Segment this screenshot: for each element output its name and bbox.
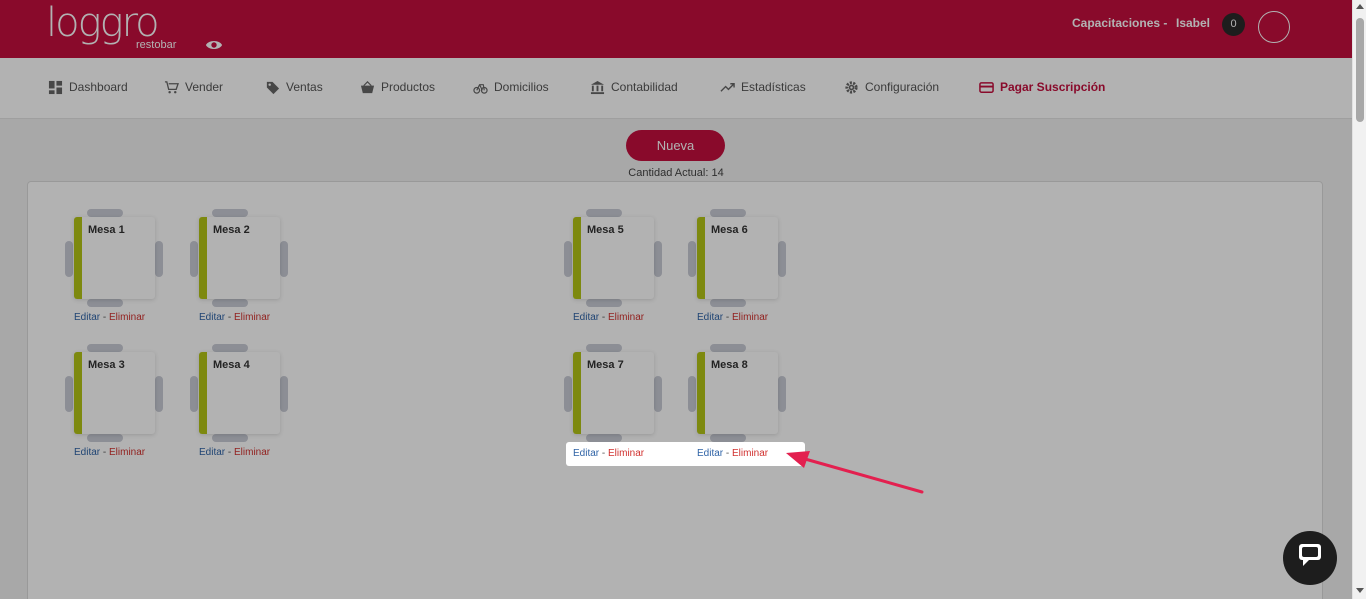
delete-link[interactable]: Eliminar — [732, 448, 768, 459]
delete-link[interactable]: Eliminar — [608, 448, 644, 459]
action-separator: - — [599, 448, 609, 459]
scroll-up-arrow[interactable] — [1356, 4, 1364, 9]
table-actions: Editar - Eliminar — [573, 448, 644, 459]
chat-icon — [1299, 544, 1321, 566]
tutorial-overlay — [0, 0, 1352, 599]
chat-button[interactable] — [1283, 531, 1337, 585]
scroll-thumb[interactable] — [1356, 18, 1364, 122]
edit-link[interactable]: Editar — [697, 448, 723, 459]
pointer-arrow-icon — [786, 451, 924, 494]
edit-link[interactable]: Editar — [573, 448, 599, 459]
table-actions: Editar - Eliminar — [697, 448, 768, 459]
scroll-down-arrow[interactable] — [1356, 588, 1364, 593]
page-scrollbar[interactable] — [1352, 0, 1366, 599]
action-separator: - — [723, 448, 733, 459]
